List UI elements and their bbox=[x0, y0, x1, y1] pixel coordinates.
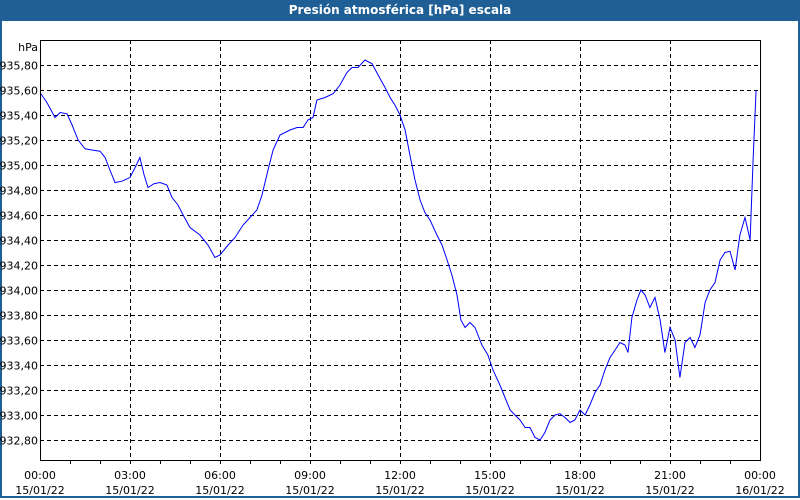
x-tick-time: 00:00 bbox=[744, 469, 776, 482]
x-tick-date: 15/01/22 bbox=[285, 484, 334, 497]
y-axis-unit-label: hPa bbox=[18, 41, 38, 54]
x-tick-date: 15/01/22 bbox=[375, 484, 424, 497]
x-tick-time: 21:00 bbox=[654, 469, 686, 482]
x-tick-time: 03:00 bbox=[114, 469, 146, 482]
x-tick-date: 15/01/22 bbox=[195, 484, 244, 497]
y-tick-label: 935,20 bbox=[0, 135, 38, 148]
y-tick-label: 933,00 bbox=[0, 410, 38, 423]
y-tick-label: 932,80 bbox=[0, 435, 38, 448]
y-tick-label: 933,60 bbox=[0, 335, 38, 348]
x-tick-date: 15/01/22 bbox=[555, 484, 604, 497]
x-tick-time: 09:00 bbox=[294, 469, 326, 482]
y-tick-label: 934,60 bbox=[0, 210, 38, 223]
y-tick-label: 933,40 bbox=[0, 360, 38, 373]
x-tick-time: 00:00 bbox=[24, 469, 56, 482]
y-tick-label: 935,60 bbox=[0, 85, 38, 98]
pressure-line bbox=[39, 59, 757, 441]
y-tick-label: 933,80 bbox=[0, 310, 38, 323]
x-tick-date: 15/01/22 bbox=[645, 484, 694, 497]
y-tick-label: 935,80 bbox=[0, 60, 38, 73]
y-tick-label: 934,20 bbox=[0, 260, 38, 273]
x-tick-time: 18:00 bbox=[564, 469, 596, 482]
y-tick-label: 934,00 bbox=[0, 285, 38, 298]
y-tick-label: 935,40 bbox=[0, 110, 38, 123]
x-tick-time: 06:00 bbox=[204, 469, 236, 482]
x-tick-time: 12:00 bbox=[384, 469, 416, 482]
y-tick-label: 934,80 bbox=[0, 185, 38, 198]
x-tick-date: 15/01/22 bbox=[15, 484, 64, 497]
y-tick-label: 933,20 bbox=[0, 385, 38, 398]
x-tick-date: 15/01/22 bbox=[465, 484, 514, 497]
x-tick-date: 16/01/22 bbox=[735, 484, 784, 497]
y-tick-label: 934,40 bbox=[0, 235, 38, 248]
x-tick-date: 15/01/22 bbox=[105, 484, 154, 497]
y-tick-label: 935,00 bbox=[0, 160, 38, 173]
pressure-chart: 935,80 935,60 935,40 935,20 935,00 934,80 934,… bbox=[0, 40, 785, 497]
x-tick-time: 15:00 bbox=[474, 469, 506, 482]
